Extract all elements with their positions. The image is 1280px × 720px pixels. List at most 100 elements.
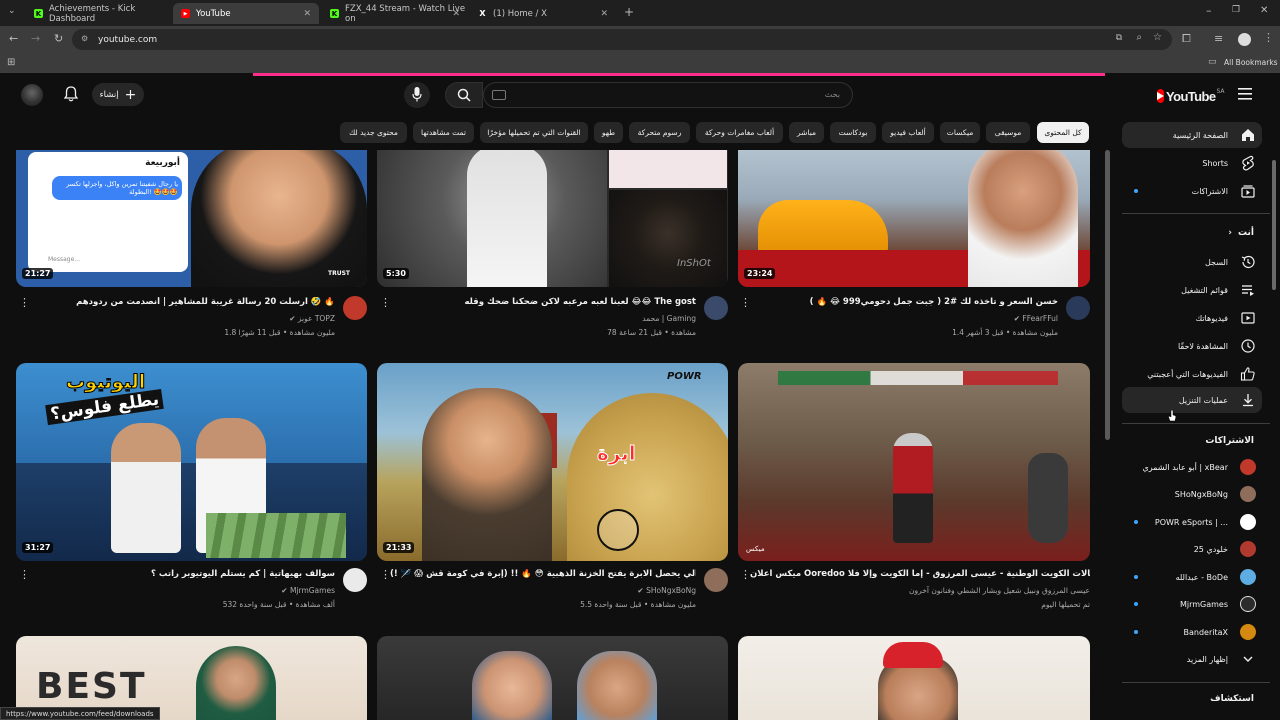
channel-name[interactable]: ✔ SHoNgxBoNg [390,586,696,595]
channel-avatar[interactable] [343,296,367,320]
chip-watched[interactable]: تمت مشاهدتها [413,122,474,143]
channel-name[interactable]: ✔ MjrmGames [30,586,335,595]
video-thumbnail-6[interactable]: اليوتيوب يطلع فلوس؟ 31:27 [16,363,367,561]
sidebar-item-downloads[interactable]: عمليات التنزيل [1122,387,1262,413]
video-thumbnail-2[interactable]: InShOt 5:30 [377,150,728,287]
thumb-person-shape [422,388,552,561]
chip-animation[interactable]: رسوم متحركة [629,122,690,143]
tab-close-icon[interactable]: ✕ [600,9,608,19]
video-title[interactable]: سوالف بهيهاتية | كم يستلم اليوتيوبر راتب… [30,569,335,579]
sidebar-item-playlists[interactable]: قوائم التشغيل [1122,277,1262,303]
video-title[interactable]: الي يحصل الابرة يفتح الخزنة الذهبية 😳 🔥 … [390,569,696,579]
channel-avatar[interactable] [704,568,728,592]
subscription-item[interactable]: POWR eSports | ... [1122,509,1262,535]
chip-live[interactable]: مباشر [789,122,824,143]
video-thumbnail-5[interactable]: ابرة POWR 21:33 [377,363,728,561]
browser-tab-fzx-stream[interactable]: K FZX_44 Stream - Watch Live on ✕ [322,3,468,24]
video-menu-icon[interactable]: ⋮ [19,296,30,309]
sidebar-item-history[interactable]: السجل [1122,249,1262,275]
tab-close-icon[interactable]: ✕ [303,9,311,19]
search-input[interactable]: بحث [483,82,853,108]
voice-search-button[interactable] [404,82,430,108]
subscription-item[interactable]: أبو عابد الشمري | xBear [1122,454,1262,480]
guide-menu-icon[interactable] [1238,88,1252,100]
back-icon[interactable]: ← [9,32,18,45]
sidebar-item-home[interactable]: الصفحة الرئيسية [1122,122,1262,148]
video-menu-icon[interactable]: ⋮ [380,296,391,309]
video-title[interactable]: ارسلت 20 رسالة غريبة للمشاهير | أنصدمت م… [30,297,335,307]
create-button[interactable]: إنشاء + [92,83,144,106]
show-more-button[interactable]: إظهار المزيد [1122,646,1262,672]
main-scrollbar[interactable] [1105,150,1110,440]
chip-all[interactable]: كل المحتوى [1037,122,1089,143]
sidebar-item-subscriptions[interactable]: الاشتراكات [1122,178,1262,204]
chip-new-to-you[interactable]: محتوى جديد لك [340,122,407,143]
subscription-item[interactable]: خلودي 25 [1122,536,1262,562]
address-bar[interactable]: ⚙ youtube.com ⧉ ⌕ ☆ [72,29,1172,50]
sidebar-item-your-videos[interactable]: فيديوهاتك [1122,305,1262,331]
tab-close-icon[interactable]: ✕ [452,9,460,19]
subscription-item[interactable]: عبدالله - BoDe [1122,564,1262,590]
sidebar-you-heading[interactable]: › أنت [1172,228,1254,238]
video-menu-icon[interactable]: ⋮ [740,568,751,581]
keyboard-icon[interactable] [492,90,506,100]
channel-avatar[interactable] [704,296,728,320]
channel-avatar[interactable] [343,568,367,592]
sidebar-item-shorts[interactable]: Shorts [1122,150,1262,176]
subscription-item[interactable]: SHoNgxBoNg [1122,481,1262,507]
apps-grid-icon[interactable]: ⊞ [7,57,15,68]
browser-tab-kick-dashboard[interactable]: K Achievements - Kick Dashboard [26,3,172,24]
zoom-icon[interactable]: ⌕ [1136,32,1142,43]
media-control-icon[interactable]: ≡ [1214,32,1223,45]
channel-avatar[interactable] [1066,296,1090,320]
profile-avatar[interactable] [1238,33,1251,46]
video-title[interactable]: خسن السعر و تاخذه لك #2 ( جبت جمل دحومي9… [750,297,1058,307]
chip-video-games[interactable]: ألعاب فيديو [882,122,934,143]
explore-heading: استكشاف [1210,694,1254,704]
youtube-logo[interactable]: YouTube SA [1157,87,1225,105]
minimize-icon[interactable]: – [1206,4,1212,17]
video-menu-icon[interactable]: ⋮ [740,296,751,309]
chip-recently-uploaded[interactable]: القنوات التي تم تحميلها مؤخرًا [480,122,588,143]
chip-podcasts[interactable]: بودكاست [830,122,876,143]
subscription-item[interactable]: BanderitaX [1122,619,1262,645]
cast-icon[interactable]: ⧉ [1116,33,1122,43]
video-title[interactable]: لعبنا لعبه مرعبه لاكن ضحكنا ضحك وقله 😂😂 … [390,297,696,307]
channel-name[interactable]: عيسى المرزوق ونبيل شعيل وبشار الشطي وفنا… [750,586,1090,595]
video-menu-icon[interactable]: ⋮ [380,568,391,581]
sidebar-item-watch-later[interactable]: المشاهدة لاحقًا [1122,333,1262,359]
channel-name[interactable]: ✔ FFearFFul [750,314,1058,323]
chip-music[interactable]: موسيقى [986,122,1030,143]
sidebar-item-liked-videos[interactable]: الفيديوهات التي أعجبتني [1122,361,1262,387]
tab-search-icon[interactable]: ⌄ [8,6,16,16]
browser-menu-icon[interactable]: ⋮ [1263,31,1274,44]
all-bookmarks-link[interactable]: All Bookmarks [1224,58,1278,67]
video-thumbnail-3[interactable]: أبوربيعة يا رجال شفيتنا تمرين واكل، واجز… [16,150,367,287]
video-thumbnail-8[interactable] [377,636,728,720]
window-close-icon[interactable]: ✕ [1260,5,1268,16]
browser-tab-youtube[interactable]: ▶ YouTube ✕ [173,3,319,24]
notifications-icon[interactable] [64,86,78,102]
extensions-icon[interactable]: ⧠ [1182,32,1191,46]
maximize-icon[interactable]: ❐ [1232,5,1240,15]
forward-icon[interactable]: → [31,32,40,45]
search-button[interactable] [445,82,483,108]
reload-icon[interactable]: ↻ [54,32,63,45]
video-thumbnail-4[interactable]: ميكس [738,363,1090,561]
sidebar-scrollbar[interactable] [1272,160,1276,290]
video-menu-icon[interactable]: ⋮ [19,568,30,581]
new-tab-icon[interactable]: + [624,5,634,19]
channel-name[interactable]: محمد | Gaming [390,314,696,323]
video-thumbnail-7[interactable] [738,636,1090,720]
site-info-icon[interactable]: ⚙ [81,34,88,43]
account-avatar[interactable] [21,84,43,106]
chip-action-adventure-games[interactable]: ألعاب مغامرات وحركة [696,122,783,143]
video-thumbnail-1[interactable]: 23:24 [738,150,1090,287]
channel-name[interactable]: ✔ عوبز TOPZ [30,314,335,323]
chip-cooking[interactable]: طهو [594,122,623,143]
video-title[interactable]: ميكس اعلان Ooredoo لاحتفالات الكويت الوط… [750,569,1090,579]
bookmark-star-icon[interactable]: ☆ [1153,32,1162,43]
chip-mixes[interactable]: ميكسات [940,122,980,143]
browser-tab-x-home[interactable]: X (1) Home / X ✕ [470,3,616,24]
subscription-item[interactable]: MjrmGames [1122,591,1262,617]
